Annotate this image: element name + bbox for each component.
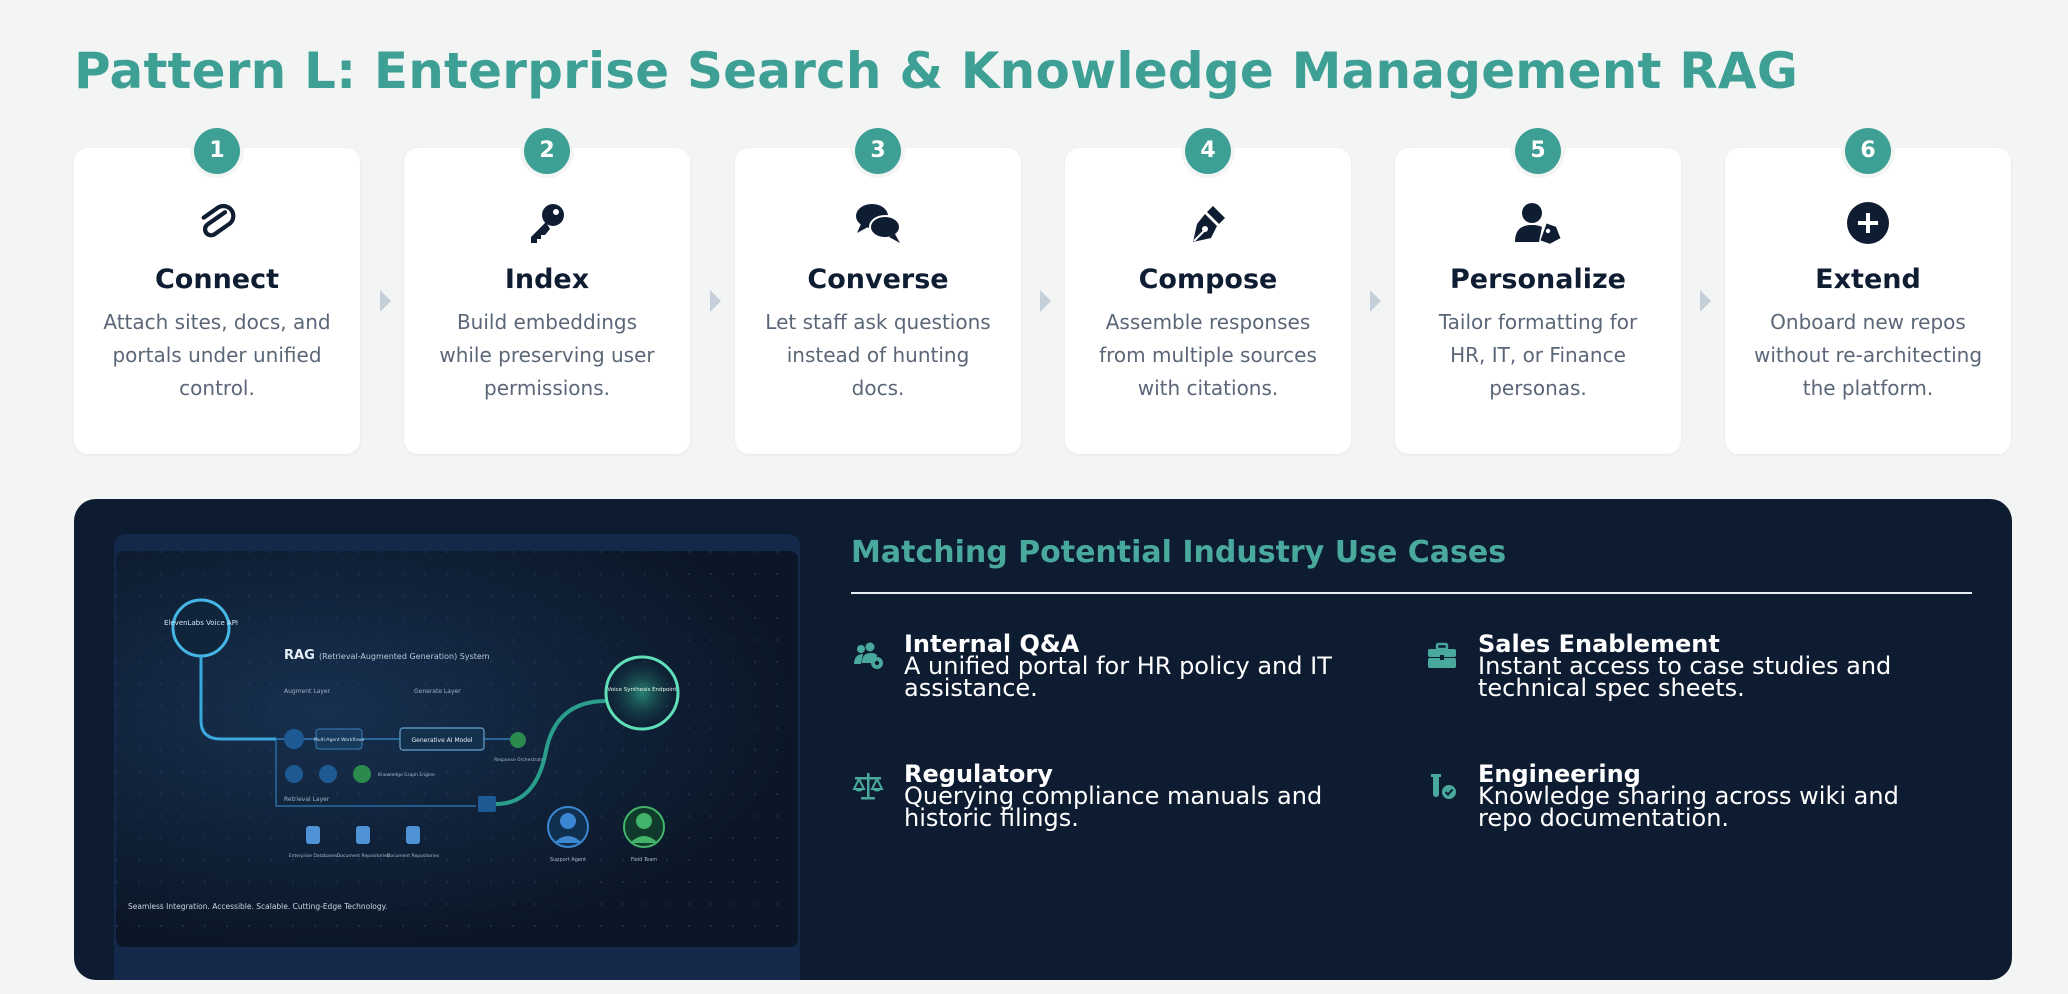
plus-circle-icon [1843, 198, 1893, 248]
generative-model-label: Generative AI Model [412, 737, 473, 744]
step-description: Let staff ask questions instead of hunti… [765, 310, 991, 400]
retrieval-layer-label: Retrieval Layer [284, 796, 330, 803]
voice-api-label: ElevenLabs Voice API [164, 619, 238, 627]
step-card-converse: 3 Converse Let staff ask questions inste… [735, 128, 1021, 454]
scale-balance-icon [851, 769, 885, 803]
step-card-extend: 6 Extend Onboard new repos without re-ar… [1725, 128, 2011, 454]
response-orchestrator-label: Response Orchestrator [494, 757, 546, 763]
rag-diagram-image: ElevenLabs Voice API RAG (Retrieval-Augm… [116, 551, 798, 947]
knowledge-graph-label: Knowledge Graph Engine [378, 772, 435, 778]
db-repositories-label: Document Repositories [387, 853, 440, 859]
chevron-right-icon [1370, 290, 1381, 312]
use-case-description: A unified portal for HR policy and IT as… [904, 652, 1332, 702]
divider [851, 592, 1972, 594]
generate-layer-label: Generate Layer [414, 688, 461, 695]
user-tag-icon [1513, 198, 1563, 248]
step-title: Converse [807, 264, 949, 295]
diagram-subheading: (Retrieval-Augmented Generation) System [319, 652, 490, 661]
step-card-connect: 1 Connect Attach sites, docs, and portal… [74, 128, 360, 454]
augment-layer-label: Augment Layer [284, 688, 331, 695]
step-description: Onboard new repos without re-architectin… [1753, 310, 1983, 400]
page-title: Pattern L: Enterprise Search & Knowledge… [74, 42, 1799, 100]
step-title: Index [504, 264, 590, 295]
rag-diagram-frame: ElevenLabs Voice API RAG (Retrieval-Augm… [114, 534, 800, 980]
step-number-badge: 3 [855, 128, 901, 174]
step-title: Extend [1815, 264, 1921, 295]
briefcase-icon [1425, 639, 1459, 673]
diagram-caption: Seamless Integration. Accessible. Scalab… [128, 902, 387, 911]
chevron-right-icon [1700, 290, 1711, 312]
chevron-right-icon [1040, 290, 1051, 312]
use-cases-panel: ElevenLabs Voice API RAG (Retrieval-Augm… [74, 499, 2012, 980]
step-number-badge: 2 [524, 128, 570, 174]
chevron-right-icon [380, 290, 391, 312]
use-case-description: Knowledge sharing across wiki and repo d… [1478, 782, 1899, 832]
step-description: Assemble responses from multiple sources… [1099, 310, 1317, 400]
pen-nib-icon [1183, 198, 1233, 248]
voice-synthesis-label: Voice Synthesis Endpoint [607, 687, 677, 693]
step-card-index: 2 Index Build embeddings while preservin… [404, 128, 690, 454]
step-number-badge: 6 [1845, 128, 1891, 174]
step-title: Connect [154, 264, 280, 295]
step-description: Build embeddings while preserving user p… [439, 310, 655, 400]
step-card-compose: 4 Compose Assemble responses from multip… [1065, 128, 1351, 454]
step-card-personalize: 5 Personalize Tailor formatting for HR, … [1395, 128, 1681, 454]
vial-check-icon [1425, 769, 1459, 803]
db-document-label: Document Repositories [337, 853, 390, 859]
step-number-badge: 1 [194, 128, 240, 174]
step-title: Personalize [1449, 264, 1626, 295]
process-steps: 1 Connect Attach sites, docs, and portal… [74, 128, 2012, 456]
diagram-heading: RAG [284, 648, 315, 663]
key-icon [522, 198, 572, 248]
chevron-right-icon [710, 290, 721, 312]
multi-agent-label: Multi-Agent Workflows [314, 737, 365, 743]
use-case-description: Instant access to case studies and techn… [1478, 652, 1892, 702]
step-description: Attach sites, docs, and portals under un… [103, 310, 331, 400]
field-team-label: Field Team [631, 857, 657, 863]
use-cases-heading: Matching Potential Industry Use Cases [851, 535, 1507, 570]
step-title: Compose [1138, 264, 1278, 295]
step-number-badge: 5 [1515, 128, 1561, 174]
paperclip-icon [192, 198, 242, 248]
step-number-badge: 4 [1185, 128, 1231, 174]
db-enterprise-label: Enterprise Databases [289, 853, 338, 859]
users-gear-icon [851, 639, 885, 673]
use-case-description: Querying compliance manuals and historic… [904, 782, 1323, 832]
chat-bubbles-icon [853, 198, 903, 248]
step-description: Tailor formatting for HR, IT, or Finance… [1438, 310, 1638, 400]
support-agent-label: Support Agent [550, 857, 586, 863]
